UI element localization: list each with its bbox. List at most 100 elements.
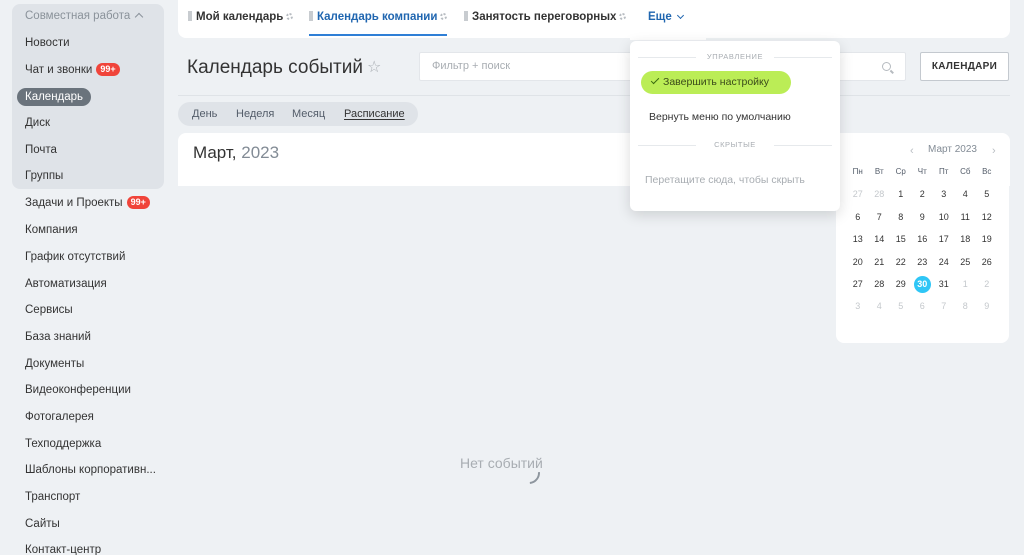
day-number: 17 xyxy=(938,234,949,245)
sidebar-item[interactable]: Видеоконференции xyxy=(25,381,131,399)
calendar-day[interactable]: 11 xyxy=(955,206,977,228)
sidebar-item-label: Почта xyxy=(25,144,57,156)
calendar-day[interactable]: 15 xyxy=(890,228,912,250)
reset-menu-item[interactable]: Вернуть меню по умолчанию xyxy=(649,111,791,123)
tab-my-calendar[interactable]: Мой календарь xyxy=(188,0,294,36)
calendar-day[interactable]: 27 xyxy=(847,273,869,295)
calendar-day[interactable]: 12 xyxy=(976,206,998,228)
drop-zone-hint: Перетащите сюда, чтобы скрыть xyxy=(645,174,805,186)
calendar-day[interactable]: 23 xyxy=(912,251,934,273)
calendar-day[interactable]: 27 xyxy=(847,183,869,205)
calendar-day[interactable]: 24 xyxy=(933,251,955,273)
sidebar-item-label: Чат и звонки xyxy=(25,64,93,76)
calendar-day[interactable]: 5 xyxy=(976,183,998,205)
prev-month-icon[interactable]: ‹ xyxy=(910,145,914,157)
sidebar-item-label: Автоматизация xyxy=(25,278,107,290)
weekday-label: Вт xyxy=(874,167,884,176)
menu-group-header[interactable]: Совместная работа xyxy=(25,7,144,25)
sidebar-item[interactable]: Компания xyxy=(25,221,78,239)
calendar-day[interactable]: 30 xyxy=(912,273,934,295)
search-icon[interactable] xyxy=(882,62,891,71)
month-title: Март, 2023 xyxy=(193,143,280,162)
sidebar-item[interactable]: Чат и звонки 99+ xyxy=(25,61,120,79)
day-number: 5 xyxy=(898,301,904,312)
calendar-day[interactable]: 21 xyxy=(869,251,891,273)
calendar-day[interactable]: 10 xyxy=(933,206,955,228)
gear-icon[interactable] xyxy=(440,13,448,20)
calendar-day[interactable]: 29 xyxy=(890,273,912,295)
more-menu-popup: УПРАВЛЕНИЕ Завершить настройку Вернуть м… xyxy=(630,41,840,211)
sidebar-item[interactable]: Транспорт xyxy=(25,488,80,506)
sidebar-item[interactable]: Контакт-центр xyxy=(25,541,101,555)
drag-handle-icon[interactable] xyxy=(309,11,313,21)
calendar-day[interactable]: 19 xyxy=(976,228,998,250)
view-month[interactable]: Месяц xyxy=(292,102,325,126)
calendar-day[interactable]: 6 xyxy=(847,206,869,228)
calendar-day[interactable]: 20 xyxy=(847,251,869,273)
calendar-tabs-bar: Мой календарь Календарь компании Занятос… xyxy=(178,0,1010,38)
sidebar-item[interactable]: Календарь xyxy=(17,88,92,106)
calendar-day[interactable]: 16 xyxy=(912,228,934,250)
calendar-day[interactable]: 4 xyxy=(955,183,977,205)
weekday-label: Пт xyxy=(939,167,949,176)
calendar-day[interactable]: 1 xyxy=(955,273,977,295)
sidebar-item[interactable]: График отсутствий xyxy=(25,248,125,266)
calendar-day[interactable]: 22 xyxy=(890,251,912,273)
calendar-day[interactable]: 2 xyxy=(912,183,934,205)
sidebar-item[interactable]: Сервисы xyxy=(25,301,73,319)
finish-setup-button[interactable]: Завершить настройку xyxy=(641,71,791,94)
sidebar-item[interactable]: Диск xyxy=(25,114,50,132)
calendar-day[interactable]: 9 xyxy=(976,295,998,317)
drag-handle-icon[interactable] xyxy=(464,11,468,21)
tab-company-calendar[interactable]: Календарь компании xyxy=(309,0,448,36)
calendar-day[interactable]: 7 xyxy=(869,206,891,228)
calendar-day[interactable]: 28 xyxy=(869,183,891,205)
sidebar-item[interactable]: Новости xyxy=(25,34,70,52)
section-manage-title: УПРАВЛЕНИЕ xyxy=(638,52,832,61)
calendar-day[interactable]: 14 xyxy=(869,228,891,250)
sidebar-item[interactable]: Техподдержка xyxy=(25,435,101,453)
calendar-day[interactable]: 4 xyxy=(869,295,891,317)
calendar-day[interactable]: 26 xyxy=(976,251,998,273)
view-day[interactable]: День xyxy=(192,102,217,126)
calendar-day[interactable]: 8 xyxy=(890,206,912,228)
gear-icon[interactable] xyxy=(619,13,627,20)
sidebar-item[interactable]: Шаблоны корпоративн... xyxy=(25,461,156,479)
sidebar-item[interactable]: Документы xyxy=(25,355,84,373)
sidebar-item[interactable]: Фотогалерея xyxy=(25,408,94,426)
calendar-day[interactable]: 7 xyxy=(933,295,955,317)
calendar-day[interactable]: 28 xyxy=(869,273,891,295)
sidebar-item[interactable]: Задачи и Проекты 99+ xyxy=(25,194,150,212)
divider xyxy=(178,95,1010,96)
calendar-day[interactable]: 3 xyxy=(847,295,869,317)
calendar-day[interactable]: 5 xyxy=(890,295,912,317)
calendar-day[interactable]: 6 xyxy=(912,295,934,317)
calendar-day[interactable]: 8 xyxy=(955,295,977,317)
tab-meeting-rooms[interactable]: Занятость переговорных xyxy=(464,0,627,36)
calendar-day[interactable]: 9 xyxy=(912,206,934,228)
calendar-day[interactable]: 17 xyxy=(933,228,955,250)
sidebar-item[interactable]: Сайты xyxy=(25,515,60,533)
next-month-icon[interactable]: › xyxy=(992,145,996,157)
sidebar-item[interactable]: Почта xyxy=(25,141,57,159)
sidebar-item-label: Транспорт xyxy=(25,491,81,503)
day-number: 5 xyxy=(984,189,990,200)
view-schedule[interactable]: Расписание xyxy=(344,102,405,126)
calendar-day[interactable]: 18 xyxy=(955,228,977,250)
calendar-day[interactable]: 2 xyxy=(976,273,998,295)
calendar-day[interactable]: 25 xyxy=(955,251,977,273)
calendar-day[interactable]: 31 xyxy=(933,273,955,295)
calendars-button[interactable]: КАЛЕНДАРИ xyxy=(920,52,1009,81)
drag-handle-icon[interactable] xyxy=(188,11,192,21)
star-icon[interactable]: ☆ xyxy=(367,57,381,77)
sidebar-item[interactable]: Автоматизация xyxy=(25,275,107,293)
calendar-day[interactable]: 3 xyxy=(933,183,955,205)
tab-more[interactable]: Еще xyxy=(648,0,684,36)
gear-icon[interactable] xyxy=(286,13,294,20)
day-number: 11 xyxy=(960,211,970,222)
sidebar-item[interactable]: Группы xyxy=(25,167,63,185)
sidebar-item[interactable]: База знаний xyxy=(25,328,91,346)
calendar-day[interactable]: 1 xyxy=(890,183,912,205)
calendar-day[interactable]: 13 xyxy=(847,228,869,250)
view-week[interactable]: Неделя xyxy=(236,102,274,126)
